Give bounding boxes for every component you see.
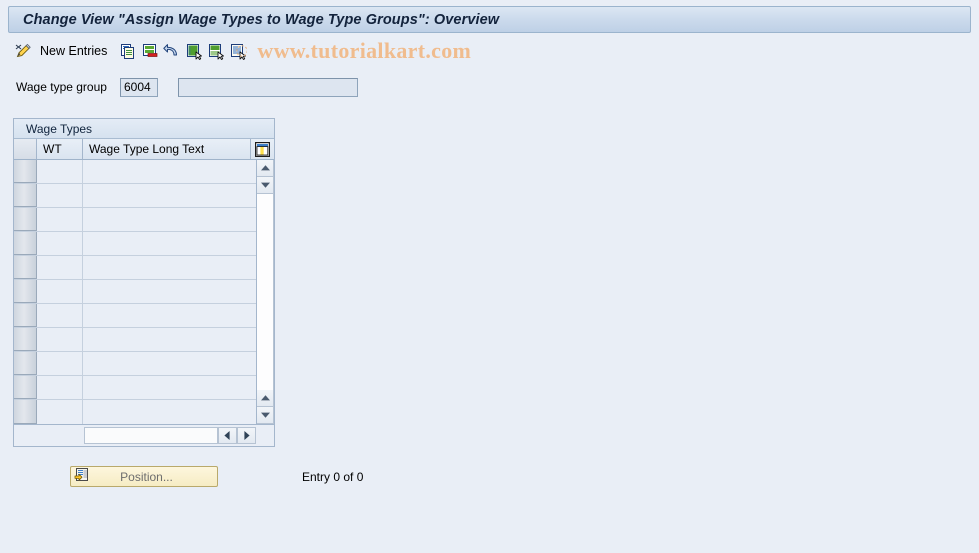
cell-long-text[interactable]	[83, 304, 256, 327]
table-row[interactable]	[14, 400, 256, 424]
hscroll-left-spacer	[14, 425, 84, 446]
cell-long-text[interactable]	[83, 280, 256, 303]
application-toolbar: New Entries www.tutorialkart.com	[0, 33, 979, 66]
select-all-icon[interactable]	[183, 40, 205, 62]
cell-long-text[interactable]	[83, 376, 256, 399]
horizontal-scrollbar[interactable]	[14, 424, 274, 446]
position-button-label: Position...	[120, 469, 173, 484]
scroll-left-icon[interactable]	[218, 427, 237, 444]
window-title: Change View "Assign Wage Types to Wage T…	[23, 11, 500, 28]
group-header-title: Wage Types	[26, 121, 93, 136]
position-icon	[74, 467, 90, 486]
cell-wt[interactable]	[37, 328, 83, 351]
cell-wt[interactable]	[37, 352, 83, 375]
undo-icon[interactable]	[161, 40, 183, 62]
new-entries-button[interactable]: New Entries	[34, 44, 117, 58]
table-row[interactable]	[14, 352, 256, 376]
vertical-scrollbar[interactable]	[256, 160, 274, 424]
cell-long-text[interactable]	[83, 208, 256, 231]
titlebar-container: Change View "Assign Wage Types to Wage T…	[0, 0, 979, 33]
position-button[interactable]: Position...	[70, 466, 218, 487]
vertical-scroll-track[interactable]	[257, 194, 274, 390]
select-block-icon[interactable]	[227, 40, 249, 62]
wage-types-group-header: Wage Types	[14, 119, 274, 139]
table-row[interactable]	[14, 376, 256, 400]
row-selector[interactable]	[14, 184, 37, 207]
entry-status-text: Entry 0 of 0	[302, 469, 364, 484]
cell-long-text[interactable]	[83, 256, 256, 279]
cell-wt[interactable]	[37, 400, 83, 424]
grid-rows	[14, 160, 256, 424]
table-row[interactable]	[14, 328, 256, 352]
copy-icon[interactable]	[117, 40, 139, 62]
row-selector[interactable]	[14, 304, 37, 327]
watermark-text: www.tutorialkart.com	[257, 38, 472, 63]
row-selector[interactable]	[14, 352, 37, 375]
cell-wt[interactable]	[37, 232, 83, 255]
row-selector[interactable]	[14, 160, 37, 183]
scroll-up-page-icon[interactable]	[257, 160, 274, 177]
scroll-down-page-icon[interactable]	[257, 390, 274, 407]
selection-row: Wage type group	[0, 66, 979, 100]
table-row[interactable]	[14, 280, 256, 304]
table-row[interactable]	[14, 256, 256, 280]
scroll-down-icon[interactable]	[257, 407, 274, 424]
row-selector[interactable]	[14, 328, 37, 351]
wage-types-table-panel: Wage Types WT Wage Type Long Text	[13, 118, 275, 447]
footer-controls: Position... Entry 0 of 0	[70, 466, 979, 487]
cell-wt[interactable]	[37, 184, 83, 207]
cell-long-text[interactable]	[83, 328, 256, 351]
cell-long-text[interactable]	[83, 184, 256, 207]
table-row[interactable]	[14, 232, 256, 256]
hscroll-right-spacer	[256, 425, 274, 446]
cell-wt[interactable]	[37, 376, 83, 399]
cell-wt[interactable]	[37, 160, 83, 183]
scroll-up-icon[interactable]	[257, 177, 274, 194]
column-header-row: WT Wage Type Long Text	[14, 139, 274, 160]
wage-type-group-key-input[interactable]	[120, 77, 158, 97]
cell-long-text[interactable]	[83, 400, 256, 424]
deselect-all-icon[interactable]	[205, 40, 227, 62]
scroll-right-icon[interactable]	[237, 427, 256, 444]
cell-long-text[interactable]	[83, 352, 256, 375]
cell-wt[interactable]	[37, 304, 83, 327]
row-selector[interactable]	[14, 376, 37, 399]
pencil-icon[interactable]	[12, 40, 34, 62]
table-settings-icon[interactable]	[251, 139, 274, 159]
column-header-long-text[interactable]: Wage Type Long Text	[83, 139, 251, 159]
cell-long-text[interactable]	[83, 160, 256, 183]
table-row[interactable]	[14, 184, 256, 208]
horizontal-scroll-track[interactable]	[84, 427, 218, 444]
table-row[interactable]	[14, 304, 256, 328]
cell-wt[interactable]	[37, 256, 83, 279]
window-titlebar: Change View "Assign Wage Types to Wage T…	[8, 6, 971, 33]
row-selector[interactable]	[14, 400, 37, 424]
row-selector[interactable]	[14, 280, 37, 303]
wage-types-grid: WT Wage Type Long Text	[14, 139, 274, 446]
table-row[interactable]	[14, 208, 256, 232]
cell-wt[interactable]	[37, 208, 83, 231]
grid-body	[14, 160, 274, 424]
cell-wt[interactable]	[37, 280, 83, 303]
row-selector[interactable]	[14, 232, 37, 255]
select-all-column-header[interactable]	[14, 139, 37, 159]
table-row[interactable]	[14, 160, 256, 184]
row-selector[interactable]	[14, 256, 37, 279]
row-selector[interactable]	[14, 208, 37, 231]
cell-long-text[interactable]	[83, 232, 256, 255]
column-header-wt[interactable]: WT	[37, 139, 83, 159]
delete-icon[interactable]	[139, 40, 161, 62]
wage-type-group-text-input[interactable]	[178, 77, 358, 97]
wage-type-group-label: Wage type group	[16, 80, 107, 94]
